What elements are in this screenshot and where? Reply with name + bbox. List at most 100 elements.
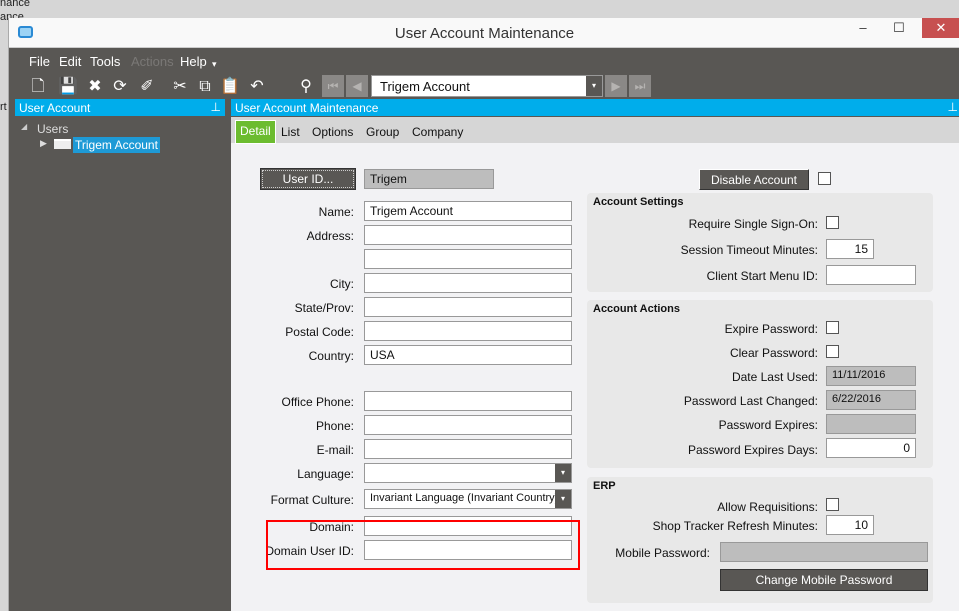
menu-help[interactable]: Help	[180, 54, 207, 69]
email-input[interactable]	[364, 439, 572, 459]
format-culture-value: Invariant Language (Invariant Country)	[370, 492, 559, 504]
allow-requisitions-checkbox[interactable]	[826, 498, 839, 511]
refresh-icon[interactable]: ⟳	[109, 76, 131, 98]
state-label: State/Prov:	[294, 301, 354, 315]
city-label: City:	[330, 277, 354, 291]
right-panel-title: User Account Maintenance	[235, 101, 379, 115]
password-expires-label: Password Expires:	[718, 418, 818, 432]
phone-input[interactable]	[364, 415, 572, 435]
menu-actions: Actions	[131, 54, 174, 69]
new-icon[interactable]: 🗋	[27, 76, 49, 98]
menu-edit[interactable]: Edit	[59, 54, 81, 69]
language-label: Language:	[297, 467, 354, 481]
highlight-box	[266, 520, 580, 570]
disable-account-checkbox[interactable]	[818, 172, 831, 185]
window-title: User Account Maintenance	[394, 25, 575, 42]
left-panel-header: User Account ⊥	[15, 99, 225, 116]
password-last-changed-label: Password Last Changed:	[683, 394, 818, 408]
session-timeout-label: Session Timeout Minutes:	[680, 243, 818, 257]
menu-tools[interactable]: Tools	[90, 54, 120, 69]
client-start-menu-input[interactable]	[826, 265, 916, 285]
password-last-changed-field: 6/22/2016	[826, 390, 916, 410]
address-label: Address:	[306, 229, 354, 243]
email-label: E-mail:	[316, 443, 354, 457]
background-text: rt	[0, 101, 7, 113]
cut-icon[interactable]: ✂	[169, 76, 191, 98]
require-sso-checkbox[interactable]	[826, 216, 839, 229]
session-timeout-input[interactable]: 15	[826, 239, 874, 259]
tab-options[interactable]: Options	[312, 125, 353, 139]
minimize-button[interactable]: –	[845, 18, 881, 38]
undo-icon[interactable]: ↶	[246, 76, 268, 98]
left-panel-title: User Account	[19, 101, 91, 115]
tab-bar: Detail List Options Group Company	[231, 117, 959, 144]
postal-code-label: Postal Code:	[285, 325, 354, 339]
format-culture-label: Format Culture:	[270, 493, 354, 507]
mobile-password-field	[720, 542, 928, 562]
name-input[interactable]: Trigem Account	[364, 201, 572, 221]
previous-record-icon[interactable]: ◀	[346, 75, 368, 97]
search-icon[interactable]: ⚲	[295, 76, 317, 98]
chevron-down-icon[interactable]: ▾	[586, 76, 602, 96]
chevron-down-icon[interactable]: ▾	[555, 464, 571, 482]
shop-tracker-label: Shop Tracker Refresh Minutes:	[652, 519, 818, 533]
pin-icon[interactable]: ⊥	[211, 100, 221, 114]
require-sso-label: Require Single Sign-On:	[688, 217, 818, 231]
format-culture-select[interactable]: Invariant Language (Invariant Country) ▾	[364, 489, 572, 509]
menu-file[interactable]: File	[29, 54, 50, 69]
paste-icon[interactable]: 📋	[219, 76, 241, 98]
tree-panel: ◢ Users ▶ Trigem Account	[15, 117, 225, 611]
tab-detail[interactable]: Detail	[235, 120, 276, 144]
record-selector[interactable]: Trigem Account ▾	[371, 75, 603, 97]
date-last-used-field: 11/11/2016	[826, 366, 916, 386]
collapse-icon[interactable]: ◢	[21, 122, 27, 131]
disable-account-button[interactable]: Disable Account	[699, 169, 809, 190]
maximize-button[interactable]: ☐	[881, 18, 917, 38]
tree-root-users[interactable]: Users	[37, 122, 68, 136]
user-id-field: Trigem	[364, 169, 494, 189]
folder-icon	[54, 139, 71, 149]
close-button[interactable]: ✕	[922, 18, 959, 38]
account-settings-title: Account Settings	[593, 196, 684, 208]
name-label: Name:	[318, 205, 354, 219]
delete-icon[interactable]: ✖	[84, 76, 106, 98]
first-record-icon[interactable]: ⏮	[322, 75, 344, 97]
last-record-icon[interactable]: ⏭	[629, 75, 651, 97]
city-input[interactable]	[364, 273, 572, 293]
password-expires-days-input[interactable]: 0	[826, 438, 916, 458]
client-start-menu-label: Client Start Menu ID:	[706, 269, 818, 283]
address-input-1[interactable]	[364, 225, 572, 245]
tab-list[interactable]: List	[281, 125, 300, 139]
clear-password-checkbox[interactable]	[826, 345, 839, 358]
country-input[interactable]: USA	[364, 345, 572, 365]
menu-overflow-icon[interactable]: ▾	[212, 59, 217, 70]
expire-password-label: Expire Password:	[724, 322, 818, 336]
phone-label: Phone:	[315, 419, 354, 433]
change-mobile-password-button[interactable]: Change Mobile Password	[720, 569, 928, 591]
user-id-button[interactable]: User ID...	[260, 168, 356, 190]
state-input[interactable]	[364, 297, 572, 317]
country-label: Country:	[308, 349, 354, 363]
background-text: nance	[0, 0, 30, 9]
tree-item-trigem-account[interactable]: Trigem Account	[73, 137, 160, 153]
language-select[interactable]: ▾	[364, 463, 572, 483]
erp-title: ERP	[593, 480, 616, 492]
office-phone-input[interactable]	[364, 391, 572, 411]
right-panel-header: User Account Maintenance ⊥	[231, 99, 959, 116]
pin-icon[interactable]: ⊥	[948, 100, 958, 114]
chevron-down-icon[interactable]: ▾	[555, 490, 571, 508]
save-icon[interactable]: 💾	[57, 76, 79, 98]
mobile-password-label: Mobile Password:	[615, 546, 710, 560]
expand-icon[interactable]: ▶	[40, 138, 47, 149]
shop-tracker-input[interactable]: 10	[826, 515, 874, 535]
postal-code-input[interactable]	[364, 321, 572, 341]
expire-password-checkbox[interactable]	[826, 321, 839, 334]
password-expires-days-label: Password Expires Days:	[687, 443, 818, 457]
next-record-icon[interactable]: ▶	[605, 75, 627, 97]
tab-company[interactable]: Company	[412, 125, 463, 139]
clear-icon[interactable]: ✐	[136, 76, 158, 98]
address-input-2[interactable]	[364, 249, 572, 269]
clear-password-label: Clear Password:	[729, 346, 818, 360]
copy-icon[interactable]: ⧉	[194, 76, 216, 98]
tab-group[interactable]: Group	[366, 125, 399, 139]
